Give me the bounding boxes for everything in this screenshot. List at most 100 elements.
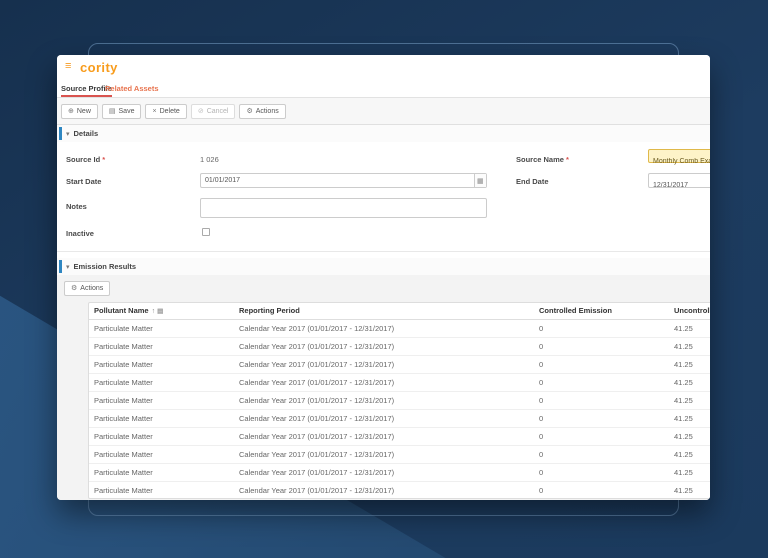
table-row[interactable]: Particulate Matter Calendar Year 2017 (0… xyxy=(89,427,710,446)
hamburger-menu-icon[interactable]: ≡ xyxy=(65,61,71,72)
column-reporting-period[interactable]: Reporting Period xyxy=(234,303,534,320)
save-button-label: Save xyxy=(118,107,135,115)
emission-actions-button[interactable]: ⚙ Actions xyxy=(64,281,111,296)
table-row[interactable]: Particulate Matter Calendar Year 2017 (0… xyxy=(89,409,710,428)
end-date-input[interactable] xyxy=(649,179,710,192)
controlled-emission-cell: 0 xyxy=(534,391,669,410)
gear-icon: ⚙ xyxy=(71,285,78,292)
collapse-chevron-icon[interactable]: ▾ xyxy=(66,130,70,138)
uncontrolled-emission-cell: 41.25 xyxy=(669,409,710,428)
reporting-period-cell: Calendar Year 2017 (01/01/2017 - 12/31/2… xyxy=(234,337,534,356)
reporting-period-cell: Calendar Year 2017 (01/01/2017 - 12/31/2… xyxy=(234,409,534,428)
actions-button[interactable]: ⚙ Actions xyxy=(239,103,286,119)
pollutant-cell: Particulate Matter xyxy=(89,463,234,482)
emission-table-body: Particulate Matter Calendar Year 2017 (0… xyxy=(89,319,710,498)
uncontrolled-emission-cell: 41.25 xyxy=(669,337,710,356)
pollutant-cell: Particulate Matter xyxy=(89,319,234,338)
required-marker: * xyxy=(565,155,569,164)
table-row[interactable]: Particulate Matter Calendar Year 2017 (0… xyxy=(89,373,710,392)
controlled-emission-cell: 0 xyxy=(534,355,669,374)
app-header: ≡ cority xyxy=(57,55,710,81)
reporting-period-cell: Calendar Year 2017 (01/01/2017 - 12/31/2… xyxy=(234,319,534,338)
reporting-period-cell: Calendar Year 2017 (01/01/2017 - 12/31/2… xyxy=(234,373,534,392)
cancel-button[interactable]: ⊘ Cancel xyxy=(190,103,236,119)
sort-ascending-icon[interactable]: ↑ xyxy=(152,308,156,315)
details-section-header[interactable]: ▾ Details xyxy=(57,125,710,142)
table-header-row: Pollutant Name ↑ ▤ Reporting Period Contro… xyxy=(89,303,710,320)
emission-results-table: Pollutant Name ↑ ▤ Reporting Period Contro… xyxy=(89,303,710,498)
delete-button-label: Delete xyxy=(159,107,180,115)
column-pollutant-name-label: Pollutant Name xyxy=(94,306,149,316)
uncontrolled-emission-cell: 41.25 xyxy=(669,481,710,498)
table-row[interactable]: Particulate Matter Calendar Year 2017 (0… xyxy=(89,337,710,356)
section-divider xyxy=(57,251,710,252)
gear-icon: ⚙ xyxy=(246,107,253,115)
end-date-label: End Date xyxy=(516,177,549,186)
pollutant-cell: Particulate Matter xyxy=(89,409,234,428)
column-uncontrolled-emission[interactable]: Uncontrolled Emission xyxy=(669,303,710,320)
column-controlled-emission[interactable]: Controlled Emission xyxy=(534,303,669,320)
controlled-emission-cell: 0 xyxy=(534,409,669,428)
filter-icon[interactable]: ▤ xyxy=(157,308,163,315)
table-row[interactable]: Particulate Matter Calendar Year 2017 (0… xyxy=(89,319,710,338)
new-button[interactable]: ⊕ New xyxy=(61,103,98,119)
notes-label: Notes xyxy=(66,202,87,211)
pollutant-cell: Particulate Matter xyxy=(89,373,234,392)
table-row[interactable]: Particulate Matter Calendar Year 2017 (0… xyxy=(89,445,710,464)
pollutant-cell: Particulate Matter xyxy=(89,391,234,410)
uncontrolled-emission-cell: 41.25 xyxy=(669,319,710,338)
source-name-label-text: Source Name xyxy=(516,155,564,164)
table-row[interactable]: Particulate Matter Calendar Year 2017 (0… xyxy=(89,355,710,374)
source-name-label: Source Name * xyxy=(516,155,569,164)
table-row[interactable]: Particulate Matter Calendar Year 2017 (0… xyxy=(89,481,710,498)
app-window: ≡ cority Source Profile Related Assets ⊕… xyxy=(57,55,710,500)
uncontrolled-emission-cell: 41.25 xyxy=(669,391,710,410)
reporting-period-cell: Calendar Year 2017 (01/01/2017 - 12/31/2… xyxy=(234,391,534,410)
toolbar: ⊕ New ▤ Save × Delete ⊘ Cancel ⚙ Actions xyxy=(57,98,710,125)
source-name-input[interactable] xyxy=(649,155,710,168)
start-date-input[interactable] xyxy=(201,174,474,187)
source-id-value: 1 026 xyxy=(200,155,219,164)
uncontrolled-emission-cell: 41.25 xyxy=(669,355,710,374)
new-button-label: New xyxy=(76,107,91,115)
details-section-title: Details xyxy=(73,129,99,138)
save-button[interactable]: ▤ Save xyxy=(101,103,142,119)
uncontrolled-emission-cell: 41.25 xyxy=(669,463,710,482)
calendar-icon[interactable]: ▦ xyxy=(473,174,486,187)
delete-icon: × xyxy=(152,107,157,115)
section-accent-bar xyxy=(59,127,62,140)
cancel-button-label: Cancel xyxy=(206,107,229,115)
notes-field xyxy=(200,198,487,220)
details-form: Source Id* 1 026 Source Name* Start Date… xyxy=(57,142,710,251)
column-pollutant-name[interactable]: Pollutant Name ↑ ▤ xyxy=(89,303,234,320)
source-id-label: Source Id * xyxy=(66,155,105,164)
table-row[interactable]: Particulate Matter Calendar Year 2017 (0… xyxy=(89,463,710,482)
cancel-icon: ⊘ xyxy=(197,107,204,115)
controlled-emission-cell: 0 xyxy=(534,481,669,498)
actions-button-label: Actions xyxy=(255,107,279,115)
pollutant-cell: Particulate Matter xyxy=(89,445,234,464)
source-id-label-text: Source Id xyxy=(66,155,101,164)
emission-results-section-header[interactable]: ▾ Emission Results xyxy=(57,258,710,275)
reporting-period-cell: Calendar Year 2017 (01/01/2017 - 12/31/2… xyxy=(234,355,534,374)
controlled-emission-cell: 0 xyxy=(534,445,669,464)
required-marker: * xyxy=(102,155,106,164)
inactive-checkbox[interactable] xyxy=(202,228,210,236)
notes-input[interactable] xyxy=(201,201,486,220)
reporting-period-cell: Calendar Year 2017 (01/01/2017 - 12/31/2… xyxy=(234,445,534,464)
new-icon: ⊕ xyxy=(68,107,74,115)
uncontrolled-emission-cell: 41.25 xyxy=(669,427,710,446)
delete-button[interactable]: × Delete xyxy=(145,103,187,119)
table-row[interactable]: Particulate Matter Calendar Year 2017 (0… xyxy=(89,391,710,410)
pollutant-cell: Particulate Matter xyxy=(89,355,234,374)
tab-related-assets[interactable]: Related Assets xyxy=(105,83,159,97)
reporting-period-cell: Calendar Year 2017 (01/01/2017 - 12/31/2… xyxy=(234,463,534,482)
cority-logo: cority xyxy=(80,60,118,75)
start-date-label: Start Date xyxy=(66,177,102,186)
inactive-label: Inactive xyxy=(66,229,94,238)
collapse-chevron-icon[interactable]: ▾ xyxy=(66,263,70,271)
controlled-emission-cell: 0 xyxy=(534,463,669,482)
source-name-field xyxy=(648,149,710,168)
controlled-emission-cell: 0 xyxy=(534,373,669,392)
reporting-period-cell: Calendar Year 2017 (01/01/2017 - 12/31/2… xyxy=(234,481,534,498)
